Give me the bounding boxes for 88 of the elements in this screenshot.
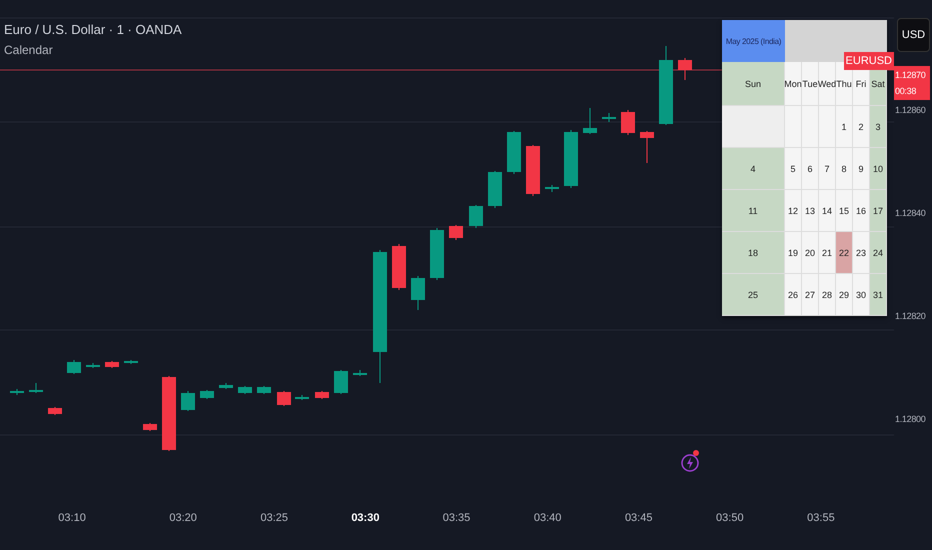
calendar-day: 25 xyxy=(722,274,785,316)
calendar-day: 2 xyxy=(853,106,870,148)
calendar-day: 29 xyxy=(836,274,853,316)
candle xyxy=(564,130,578,188)
calendar-day: 10 xyxy=(870,148,887,190)
calendar-day: 12 xyxy=(785,190,802,232)
candle xyxy=(29,382,43,394)
calendar-day: 11 xyxy=(722,190,785,232)
candle xyxy=(411,276,425,310)
calendar-day: 6 xyxy=(802,148,819,190)
candle xyxy=(469,204,483,228)
time-label: 03:30 xyxy=(350,512,380,524)
lightning-icon[interactable] xyxy=(680,448,702,474)
price-label: 1.12820 xyxy=(894,310,926,322)
time-label: 03:10 xyxy=(57,512,87,524)
calendar-day: 26 xyxy=(785,274,802,316)
candle xyxy=(640,130,654,164)
time-label: 03:55 xyxy=(806,512,836,524)
calendar-day: 9 xyxy=(853,148,870,190)
candle xyxy=(392,244,406,290)
weekday-header: Mon xyxy=(785,62,802,106)
calendar-day: 1 xyxy=(836,106,853,148)
weekday-header: Tue xyxy=(802,62,819,106)
calendar-day: 13 xyxy=(802,190,819,232)
candle xyxy=(143,422,157,432)
candle xyxy=(621,110,635,136)
calendar-day: 18 xyxy=(722,232,785,274)
candle xyxy=(10,388,24,396)
price-label: 1.12840 xyxy=(894,207,926,219)
weekday-header: Sun xyxy=(722,62,785,106)
candle xyxy=(507,130,521,174)
calendar-day: 5 xyxy=(785,148,802,190)
candle xyxy=(334,370,348,394)
candle xyxy=(430,228,444,280)
calendar-day: 30 xyxy=(853,274,870,316)
candle xyxy=(219,382,233,390)
candle xyxy=(238,386,252,394)
candle xyxy=(449,224,463,240)
symbol-tag: EURUSD xyxy=(844,52,894,70)
candle xyxy=(257,386,271,394)
indicator-label: Calendar xyxy=(4,43,54,57)
calendar-day: 16 xyxy=(853,190,870,232)
calendar-day: 7 xyxy=(819,148,836,190)
candle xyxy=(678,58,692,80)
currency-button[interactable]: USD xyxy=(897,18,930,52)
calendar-day: 14 xyxy=(819,190,836,232)
price-label: 1.12800 xyxy=(894,413,926,425)
candle xyxy=(105,360,119,368)
calendar-day: 15 xyxy=(836,190,853,232)
calendar-day: 4 xyxy=(722,148,785,190)
candle xyxy=(67,360,81,374)
calendar-day: 17 xyxy=(870,190,887,232)
calendar-day: 23 xyxy=(853,232,870,274)
calendar-day: 19 xyxy=(785,232,802,274)
time-label: 03:50 xyxy=(715,512,745,524)
time-label: 03:40 xyxy=(532,512,562,524)
weekday-header: Wed xyxy=(819,62,836,106)
calendar-day: 24 xyxy=(870,232,887,274)
candle xyxy=(488,170,502,208)
candle xyxy=(353,370,367,376)
calendar-day: 3 xyxy=(870,106,887,148)
calendar-day: 21 xyxy=(819,232,836,274)
candle xyxy=(86,362,100,368)
bar-countdown: 00:38 xyxy=(895,85,918,97)
chart-title: Euro / U.S. Dollar · 1 · OANDA xyxy=(4,22,182,37)
calendar-title: May 2025 (India) xyxy=(722,20,785,62)
time-label: 03:45 xyxy=(624,512,654,524)
price-label: 1.12860 xyxy=(894,104,926,116)
candle xyxy=(277,390,291,406)
calendar-day: 20 xyxy=(802,232,819,274)
candle xyxy=(526,144,540,196)
candle xyxy=(295,394,309,400)
candle xyxy=(181,390,195,412)
time-label: 03:25 xyxy=(260,512,290,524)
time-label: 03:35 xyxy=(442,512,472,524)
candle xyxy=(200,390,214,400)
last-price: 1.12870 xyxy=(895,69,926,81)
time-label: 03:20 xyxy=(168,512,198,524)
candle xyxy=(48,406,62,416)
candle xyxy=(315,390,329,400)
candle xyxy=(583,108,597,134)
calendar-day: 27 xyxy=(802,274,819,316)
calendar-day: 8 xyxy=(836,148,853,190)
calendar-day: 28 xyxy=(819,274,836,316)
candle xyxy=(602,112,616,122)
calendar-day: 22 xyxy=(836,232,853,274)
calendar-day: 31 xyxy=(870,274,887,316)
candle xyxy=(545,184,559,192)
